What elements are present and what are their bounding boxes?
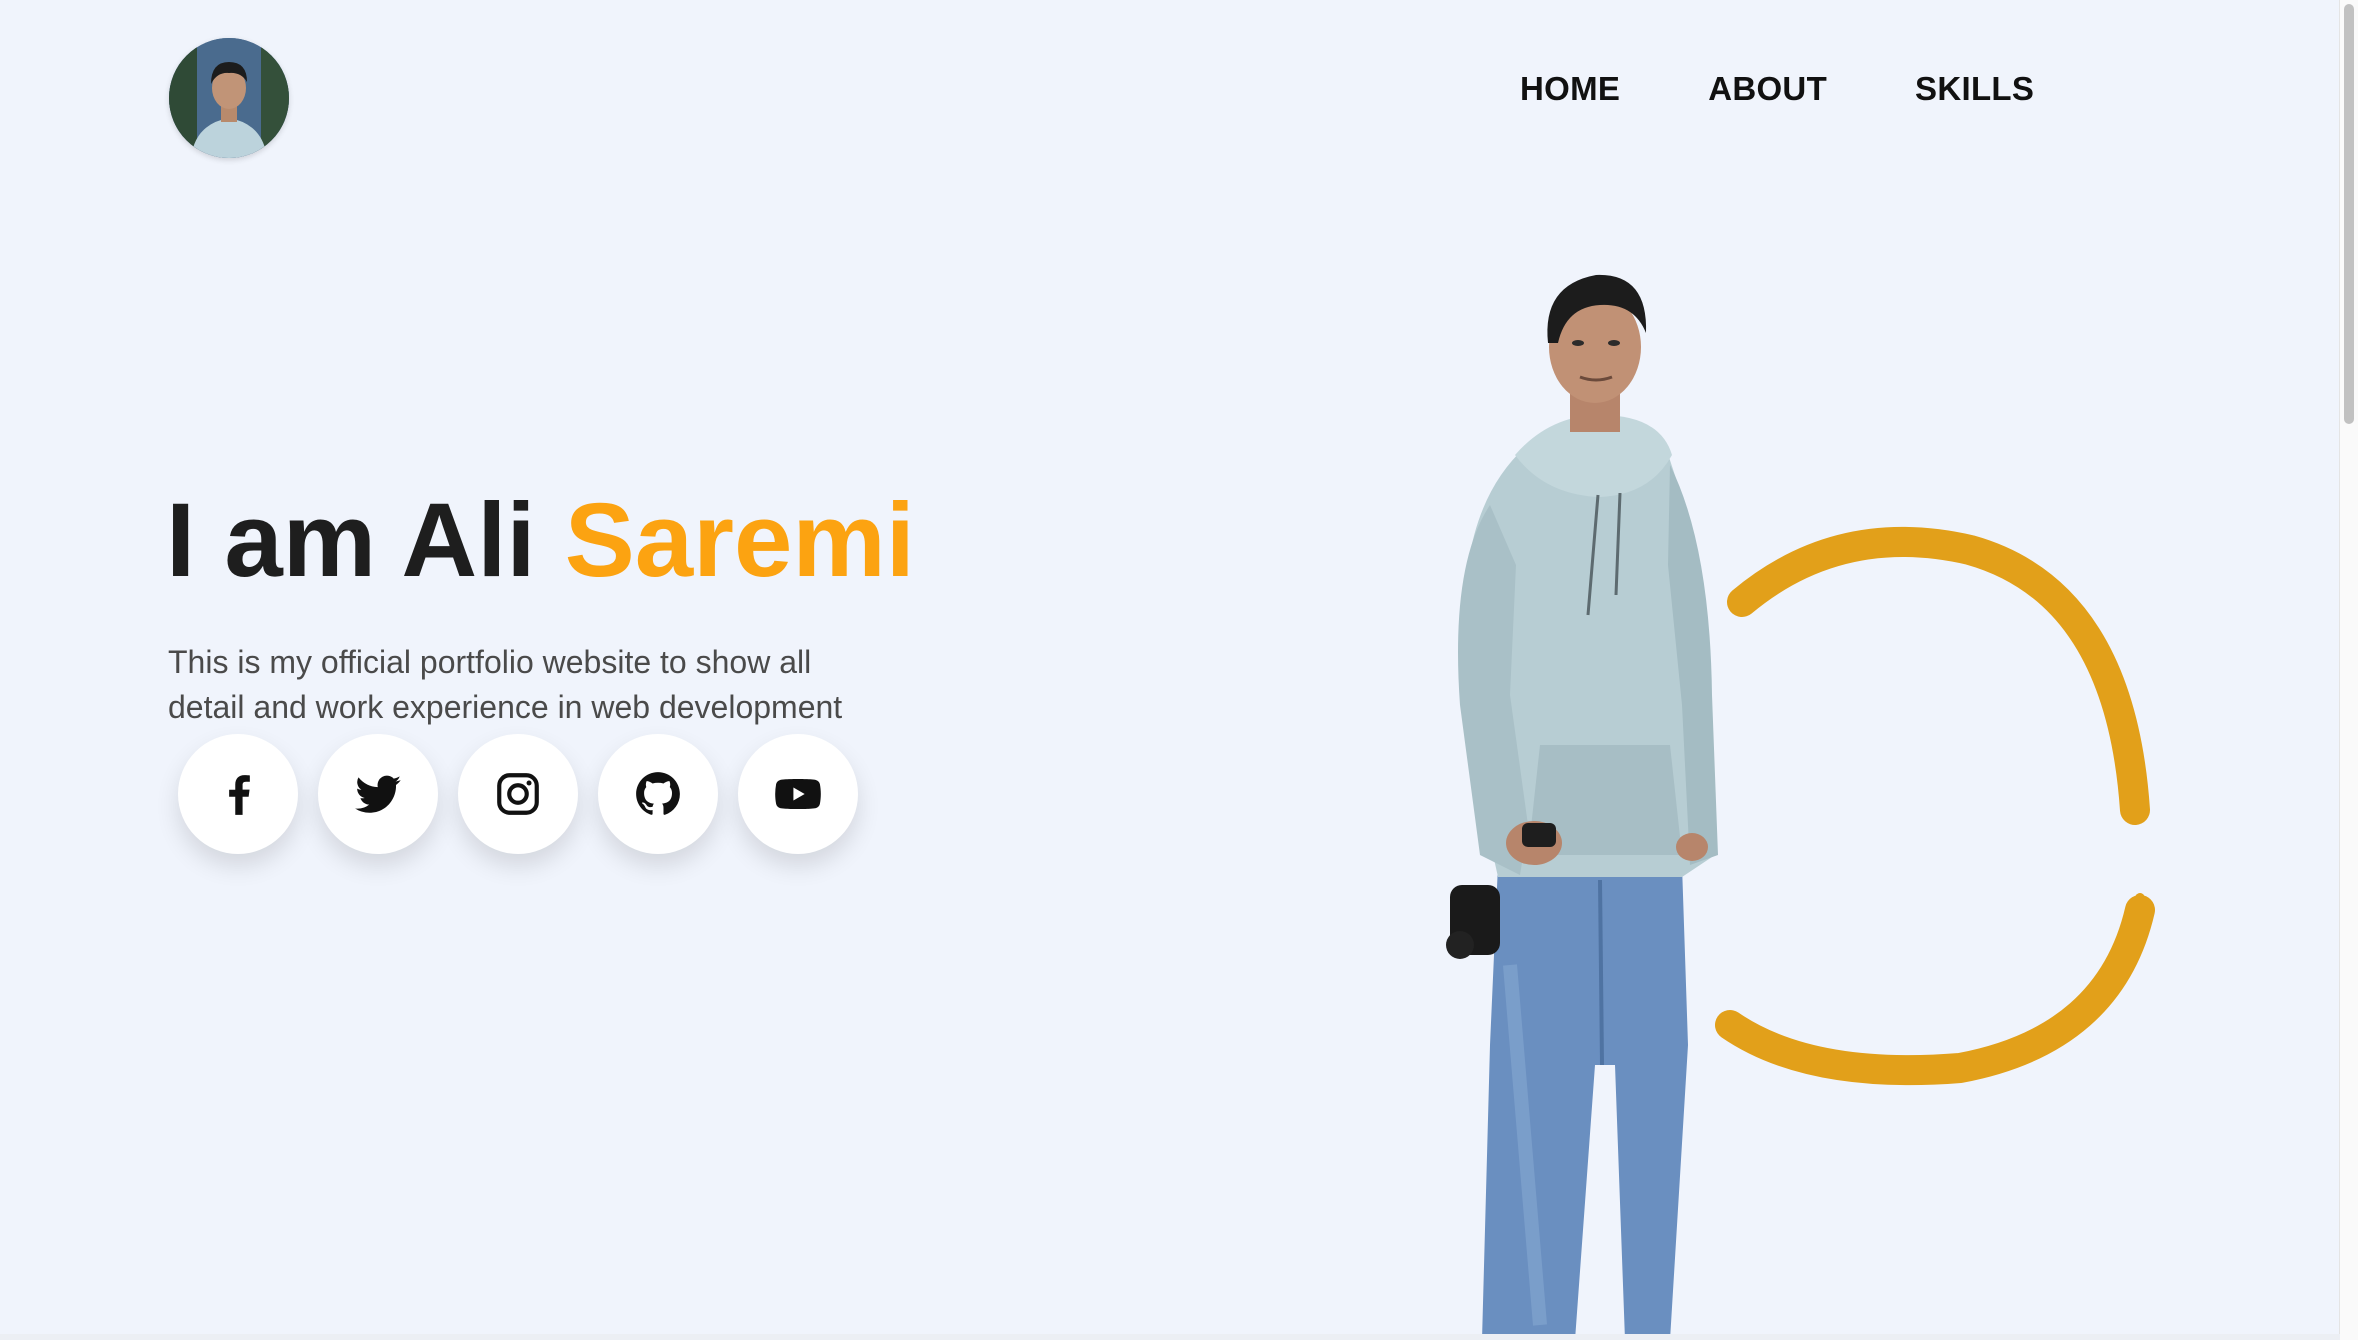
hero-title: I am Ali Saremi bbox=[166, 488, 915, 593]
nav-home[interactable]: HOME bbox=[1520, 70, 1620, 108]
bottom-divider bbox=[0, 1334, 2340, 1340]
instagram-icon bbox=[497, 773, 539, 815]
github-icon bbox=[636, 772, 680, 815]
facebook-icon bbox=[229, 775, 250, 815]
nav-skills[interactable]: SKILLS bbox=[1915, 70, 2034, 108]
github-link[interactable] bbox=[598, 734, 718, 854]
avatar[interactable] bbox=[169, 38, 289, 158]
social-links bbox=[178, 734, 858, 854]
hero-description: This is my official portfolio website to… bbox=[168, 644, 843, 725]
youtube-icon bbox=[775, 779, 821, 809]
youtube-link[interactable] bbox=[738, 734, 858, 854]
scrollbar-thumb[interactable] bbox=[2344, 4, 2354, 424]
scrollbar[interactable] bbox=[2339, 0, 2358, 1340]
instagram-link[interactable] bbox=[458, 734, 578, 854]
portfolio-page: HOME ABOUT SKILLS I am Ali Saremi This i… bbox=[0, 0, 2358, 1340]
main-nav: HOME ABOUT SKILLS bbox=[1520, 70, 2034, 108]
portrait-image bbox=[1446, 274, 1718, 1340]
hero-title-prefix: I am Ali bbox=[166, 482, 565, 599]
facebook-link[interactable] bbox=[178, 734, 298, 854]
profile-photo-icon bbox=[169, 38, 289, 158]
twitter-link[interactable] bbox=[318, 734, 438, 854]
twitter-icon bbox=[355, 775, 401, 813]
nav-about[interactable]: ABOUT bbox=[1708, 70, 1827, 108]
hero-title-accent: Saremi bbox=[564, 482, 915, 599]
